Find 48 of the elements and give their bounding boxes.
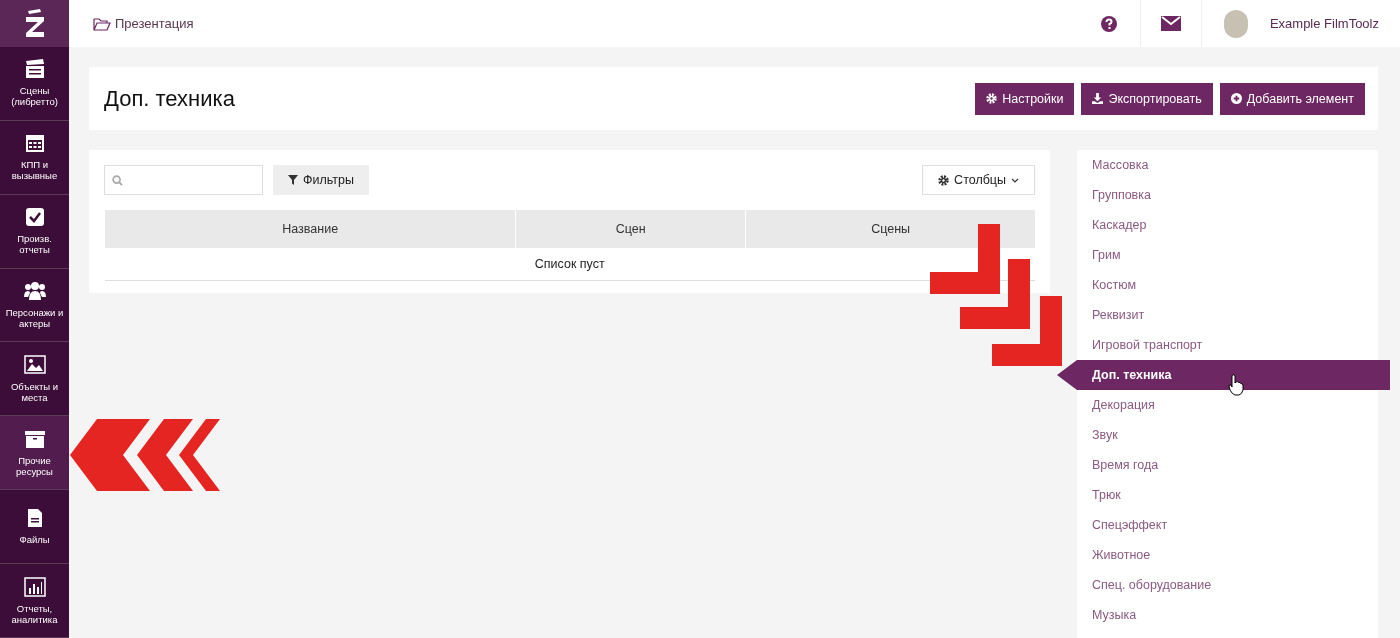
logo-icon (23, 8, 46, 39)
bar-chart-icon (23, 576, 46, 597)
search-field[interactable] (104, 165, 263, 195)
category-item[interactable]: Музыка (1077, 600, 1378, 630)
category-item[interactable]: Трюк (1077, 480, 1378, 510)
category-item[interactable]: Время года (1077, 450, 1378, 480)
clapperboard-icon (23, 59, 46, 80)
category-item[interactable]: Спецэффект (1077, 510, 1378, 540)
action-button[interactable]: Экспортировать (1081, 82, 1213, 115)
category-item[interactable]: Групповка (1077, 180, 1378, 210)
category-item[interactable]: Спец. оборудование (1077, 570, 1378, 600)
checkbox-icon (23, 207, 46, 228)
category-item[interactable]: Каскадер (1077, 210, 1378, 240)
mail-icon (1160, 16, 1181, 31)
search-icon (112, 174, 123, 186)
avatar (1223, 9, 1248, 38)
download-icon (1092, 93, 1104, 104)
columns-dropdown[interactable]: Столбцы (922, 165, 1035, 195)
archive-box-icon (23, 428, 46, 449)
action-button[interactable]: Добавить элемент (1219, 82, 1365, 115)
category-item[interactable]: Костюм (1077, 270, 1378, 300)
filter-icon (288, 175, 298, 185)
page-title: Доп. техника (104, 85, 236, 112)
people-icon (23, 281, 46, 302)
hand-cursor-icon (1228, 374, 1244, 396)
column-header[interactable]: Сцены (745, 210, 1035, 248)
category-item[interactable]: Декорация (1077, 390, 1378, 420)
category-item[interactable]: Доп. техника (1057, 360, 1390, 390)
filter-button[interactable]: Фильтры (273, 165, 369, 195)
sidebar-item[interactable]: Прочие ресурсы (0, 416, 69, 491)
calendar-icon (23, 133, 46, 154)
category-item[interactable]: Звук (1077, 420, 1378, 450)
folder-icon (93, 16, 111, 31)
caret-icon (1011, 177, 1019, 183)
action-button[interactable]: Настройки (975, 82, 1075, 115)
column-header[interactable]: Сцен (515, 210, 746, 248)
breadcrumb-link[interactable]: Презентация (69, 0, 194, 47)
column-header[interactable]: Название (104, 210, 516, 248)
category-item[interactable]: Игровой транспорт (1077, 330, 1378, 360)
category-item[interactable]: Животное (1077, 540, 1378, 570)
help-icon (1100, 14, 1119, 33)
category-item[interactable]: Реквизит (1077, 300, 1378, 330)
category-item[interactable]: Массовка (1077, 150, 1378, 180)
gear-icon (938, 174, 950, 186)
image-icon (23, 354, 46, 375)
plus-circle-icon (1230, 93, 1242, 104)
gear-icon (986, 93, 998, 104)
category-item[interactable]: Грим (1077, 240, 1378, 270)
